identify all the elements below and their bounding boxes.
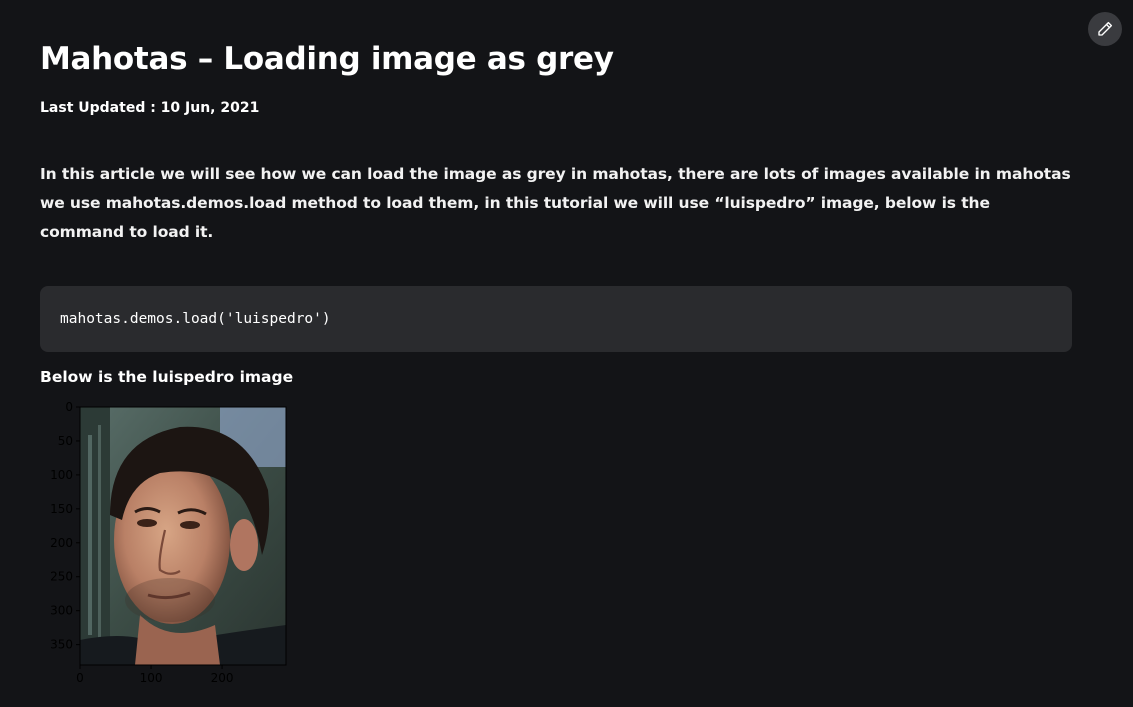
last-updated: Last Updated : 10 Jun, 2021: [40, 100, 260, 116]
luispedro-figure: 0 50 100 150 200 250 300 350 0 100 200: [40, 395, 300, 695]
portrait-image: [79, 406, 287, 666]
y-tick-label: 0: [65, 400, 73, 414]
image-caption: Below is the luispedro image: [40, 368, 294, 386]
y-tick-label: 350: [50, 638, 73, 652]
y-tick-label: 300: [50, 604, 73, 618]
pencil-icon: [1098, 21, 1113, 36]
x-tick-label: 200: [211, 671, 234, 685]
article-title: Mahotas – Loading image as grey: [40, 41, 614, 77]
code-block[interactable]: mahotas.demos.load('luispedro'): [40, 286, 1072, 352]
y-tick-label: 150: [50, 502, 73, 516]
article: Mahotas – Loading image as grey Last Upd…: [40, 38, 1072, 388]
x-tick-label: 100: [140, 671, 163, 685]
edit-button[interactable]: [1088, 12, 1122, 46]
y-tick-label: 50: [58, 434, 73, 448]
code-text[interactable]: mahotas.demos.load('luispedro'): [60, 311, 331, 327]
figure-plot: 0 50 100 150 200 250 300 350 0 100 200: [50, 400, 287, 685]
y-axis: 0 50 100 150 200 250 300 350: [50, 400, 80, 652]
intro-paragraph: In this article we will see how we can l…: [40, 165, 1071, 241]
x-axis: 0 100 200: [76, 665, 234, 685]
x-tick-label: 0: [76, 671, 84, 685]
y-tick-label: 250: [50, 570, 73, 584]
page: Mahotas – Loading image as grey Last Upd…: [0, 0, 1133, 707]
y-tick-label: 200: [50, 536, 73, 550]
y-tick-label: 100: [50, 468, 73, 482]
